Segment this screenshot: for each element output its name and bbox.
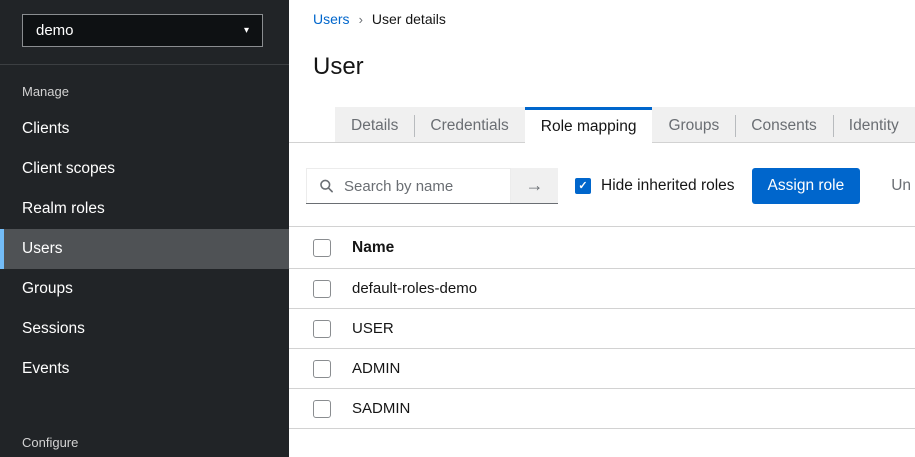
chevron-right-icon: › bbox=[359, 12, 363, 27]
search-group: → bbox=[306, 168, 558, 204]
nav-section-manage: Manage bbox=[22, 84, 289, 99]
sidebar-divider bbox=[0, 64, 289, 65]
role-name: SADMIN bbox=[352, 389, 915, 429]
table-header-row: Name bbox=[289, 227, 915, 269]
table-row: default-roles-demo bbox=[289, 269, 915, 309]
row-checkbox[interactable] bbox=[313, 280, 331, 298]
tab-identity[interactable]: Identity bbox=[833, 107, 915, 142]
tab-consents[interactable]: Consents bbox=[735, 107, 832, 142]
table-row: SADMIN bbox=[289, 389, 915, 429]
hide-inherited-roles-toggle[interactable]: ✓ Hide inherited roles bbox=[575, 177, 735, 195]
sidebar-item-sessions[interactable]: Sessions bbox=[0, 309, 289, 349]
name-column-header: Name bbox=[352, 227, 915, 269]
nav-section-configure: Configure bbox=[22, 435, 289, 450]
search-input[interactable] bbox=[307, 169, 510, 203]
arrow-right-icon: → bbox=[526, 175, 544, 196]
breadcrumb-link-users[interactable]: Users bbox=[313, 11, 350, 27]
assign-role-button[interactable]: Assign role bbox=[752, 168, 861, 204]
search-box bbox=[306, 168, 511, 203]
sidebar-item-events[interactable]: Events bbox=[0, 349, 289, 389]
tab-role-mapping[interactable]: Role mapping bbox=[525, 107, 653, 144]
search-icon bbox=[319, 179, 334, 194]
hide-inherited-roles-label: Hide inherited roles bbox=[601, 177, 735, 195]
role-mapping-toolbar: → ✓ Hide inherited roles Assign role Un bbox=[289, 168, 915, 204]
table-row: USER bbox=[289, 309, 915, 349]
sidebar-item-client-scopes[interactable]: Client scopes bbox=[0, 149, 289, 189]
sidebar-nav: Clients Client scopes Realm roles Users … bbox=[0, 109, 289, 389]
breadcrumb: Users › User details bbox=[289, 0, 915, 27]
checkbox-checked-icon[interactable]: ✓ bbox=[575, 178, 591, 194]
tab-bar: Details Credentials Role mapping Groups … bbox=[289, 107, 915, 143]
sidebar: demo ▾ Manage Clients Client scopes Real… bbox=[0, 0, 289, 457]
unassign-button[interactable]: Un bbox=[891, 177, 911, 195]
tab-details[interactable]: Details bbox=[335, 107, 414, 142]
role-name: ADMIN bbox=[352, 349, 915, 389]
row-checkbox[interactable] bbox=[313, 400, 331, 418]
sidebar-item-clients[interactable]: Clients bbox=[0, 109, 289, 149]
sidebar-item-realm-roles[interactable]: Realm roles bbox=[0, 189, 289, 229]
breadcrumb-current: User details bbox=[372, 11, 446, 27]
main-content: Users › User details User Details Creden… bbox=[289, 0, 915, 457]
realm-selector-dropdown[interactable]: demo ▾ bbox=[22, 14, 263, 47]
tab-credentials[interactable]: Credentials bbox=[414, 107, 524, 142]
realm-selector-value: demo bbox=[36, 22, 74, 39]
search-submit-button[interactable]: → bbox=[511, 168, 558, 203]
sidebar-item-groups[interactable]: Groups bbox=[0, 269, 289, 309]
table-row: ADMIN bbox=[289, 349, 915, 389]
caret-down-icon: ▾ bbox=[244, 26, 249, 36]
page-title: User bbox=[313, 53, 915, 81]
role-name: default-roles-demo bbox=[352, 269, 915, 309]
row-checkbox[interactable] bbox=[313, 360, 331, 378]
select-all-checkbox[interactable] bbox=[313, 239, 331, 257]
tab-groups[interactable]: Groups bbox=[652, 107, 735, 142]
keycloak-admin-console: demo ▾ Manage Clients Client scopes Real… bbox=[0, 0, 915, 457]
role-mapping-table: Name default-roles-demo USER ADMIN bbox=[289, 226, 915, 429]
role-name: USER bbox=[352, 309, 915, 349]
sidebar-item-users[interactable]: Users bbox=[0, 229, 289, 269]
row-checkbox[interactable] bbox=[313, 320, 331, 338]
